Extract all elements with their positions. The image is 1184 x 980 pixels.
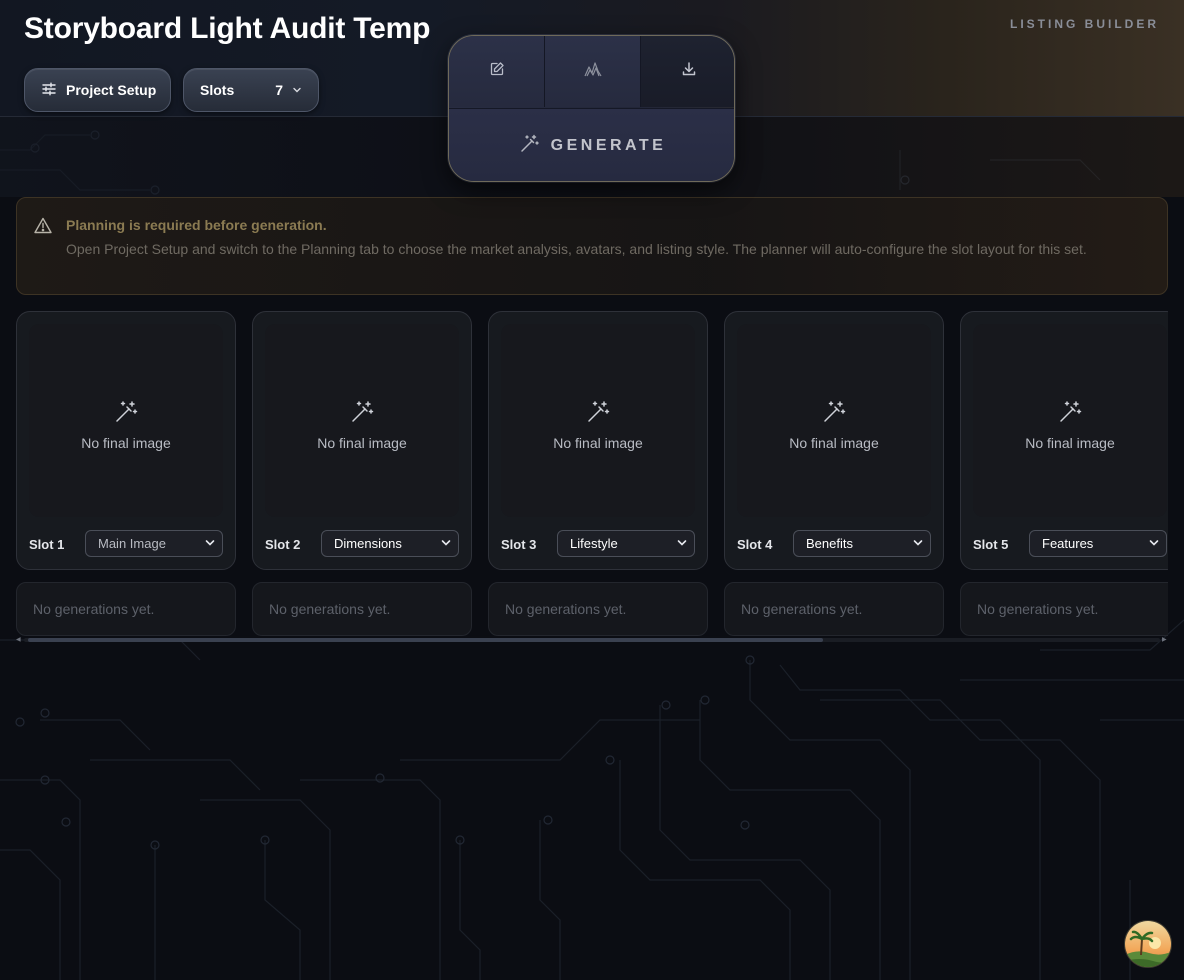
scroll-right-icon[interactable]: ▶ xyxy=(1162,637,1167,643)
alert-body: Open Project Setup and switch to the Pla… xyxy=(66,241,1087,257)
scroll-left-icon[interactable]: ◀ xyxy=(16,637,21,643)
magic-wand-icon xyxy=(822,400,846,429)
chevron-down-icon xyxy=(1149,536,1159,551)
slot-type-select[interactable]: Dimensions xyxy=(321,530,459,557)
slot-generations: No generations yet. xyxy=(252,582,472,636)
chevron-down-icon xyxy=(292,82,302,98)
slot-type-value: Features xyxy=(1042,536,1094,551)
slot-generations: No generations yet. xyxy=(16,582,236,636)
slot-preview[interactable]: No final image xyxy=(29,324,223,517)
slot-empty-text: No final image xyxy=(553,435,643,451)
slot-label: Slot 2 xyxy=(265,537,301,552)
slots-dropdown[interactable]: Slots 7 xyxy=(183,68,319,112)
download-icon xyxy=(681,61,697,82)
slot-card: No final image Slot 3 Lifestyle xyxy=(488,311,708,570)
slots-carousel[interactable]: No final image Slot 1 Main Image No gene… xyxy=(16,311,1168,647)
chevron-down-icon xyxy=(441,536,451,551)
slot-type-select[interactable]: Main Image xyxy=(85,530,223,557)
slot-generations: No generations yet. xyxy=(488,582,708,636)
slot-preview[interactable]: No final image xyxy=(501,324,695,517)
slot-generations: No generations yet. xyxy=(724,582,944,636)
chevron-down-icon xyxy=(677,536,687,551)
brand-label: LISTING BUILDER xyxy=(1010,17,1159,31)
slot-empty-text: No final image xyxy=(1025,435,1115,451)
slots-label: Slots xyxy=(200,82,235,98)
project-setup-label: Project Setup xyxy=(66,82,157,98)
slot-generations: No generations yet. xyxy=(960,582,1168,636)
generate-label: GENERATE xyxy=(550,137,667,154)
slots-count: 7 xyxy=(275,82,283,98)
warning-icon xyxy=(34,217,52,239)
slot-type-value: Lifestyle xyxy=(570,536,618,551)
slot-type-value: Dimensions xyxy=(334,536,402,551)
chevron-down-icon xyxy=(913,536,923,551)
slot-preview[interactable]: No final image xyxy=(737,324,931,517)
avatar[interactable] xyxy=(1124,920,1172,968)
slot-type-select[interactable]: Lifestyle xyxy=(557,530,695,557)
alert-title: Planning is required before generation. xyxy=(66,217,327,233)
slot-type-value: Benefits xyxy=(806,536,853,551)
magic-wand-icon xyxy=(114,400,138,429)
planning-alert: Planning is required before generation. … xyxy=(16,197,1168,295)
slot-empty-text: No final image xyxy=(317,435,407,451)
tool-row xyxy=(449,36,734,107)
slot-label: Slot 1 xyxy=(29,537,65,552)
slot-card: No final image Slot 2 Dimensions xyxy=(252,311,472,570)
slot-card: No final image Slot 5 Features xyxy=(960,311,1168,570)
slot-label: Slot 5 xyxy=(973,537,1009,552)
magic-wand-icon xyxy=(586,400,610,429)
slot-preview[interactable]: No final image xyxy=(973,324,1167,517)
chevron-down-icon xyxy=(205,536,215,551)
slot-type-select[interactable]: Benefits xyxy=(793,530,931,557)
chart-button[interactable] xyxy=(545,36,641,107)
generate-button[interactable]: GENERATE xyxy=(449,108,734,181)
slot-empty-text: No final image xyxy=(789,435,879,451)
sliders-icon xyxy=(41,81,57,100)
slot-preview[interactable]: No final image xyxy=(265,324,459,517)
slot-card: No final image Slot 1 Main Image xyxy=(16,311,236,570)
slot-label: Slot 3 xyxy=(501,537,537,552)
slot-empty-text: No final image xyxy=(81,435,171,451)
slot-type-value: Main Image xyxy=(98,536,166,551)
page-title: Storyboard Light Audit Temp xyxy=(24,12,431,45)
horizontal-scrollbar[interactable]: ◀ ▶ xyxy=(16,636,1168,644)
download-button[interactable] xyxy=(641,36,734,107)
slot-type-select[interactable]: Features xyxy=(1029,530,1167,557)
magic-wand-icon xyxy=(519,134,539,159)
scrollbar-thumb[interactable] xyxy=(28,638,823,642)
magic-wand-icon xyxy=(350,400,374,429)
action-toolbar: GENERATE xyxy=(448,35,735,182)
project-setup-button[interactable]: Project Setup xyxy=(24,68,171,112)
edit-button[interactable] xyxy=(449,36,545,107)
slot-label: Slot 4 xyxy=(737,537,773,552)
edit-icon xyxy=(489,61,505,82)
slot-card: No final image Slot 4 Benefits xyxy=(724,311,944,570)
magic-wand-icon xyxy=(1058,400,1082,429)
chart-icon xyxy=(583,61,602,82)
